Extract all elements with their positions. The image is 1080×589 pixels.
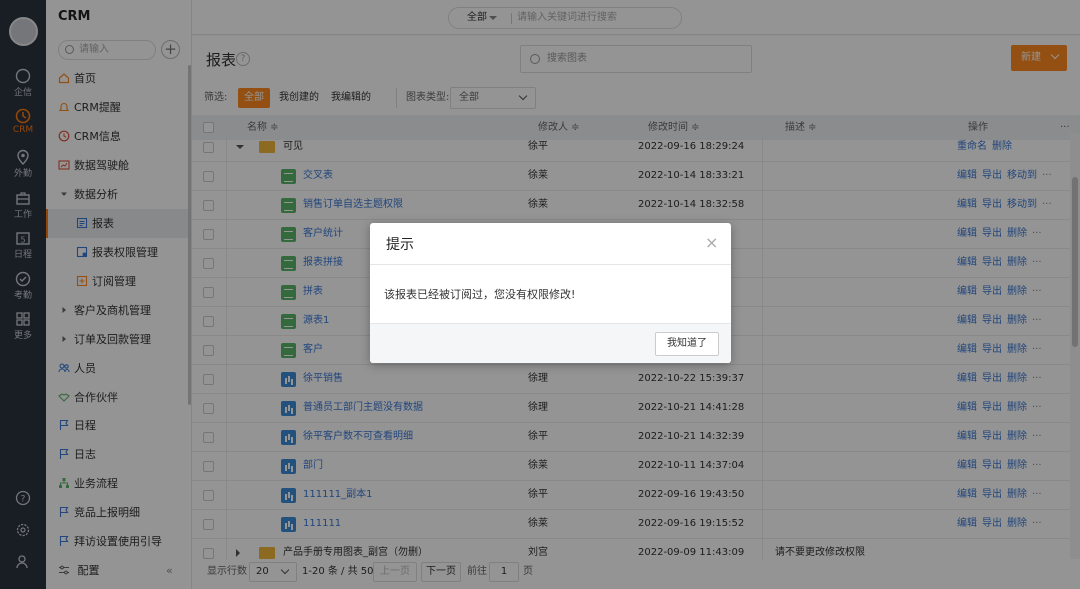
dialog-message: 该报表已经被订阅过，您没有权限修改! — [384, 288, 576, 301]
acknowledge-button[interactable]: 我知道了 — [655, 332, 719, 356]
divider — [370, 264, 731, 265]
dialog-footer: 我知道了 — [370, 323, 731, 363]
dialog-title: 提示 — [386, 237, 414, 253]
alert-dialog: 提示 × 该报表已经被订阅过，您没有权限修改! 我知道了 — [370, 223, 731, 363]
close-icon[interactable]: × — [705, 233, 718, 252]
